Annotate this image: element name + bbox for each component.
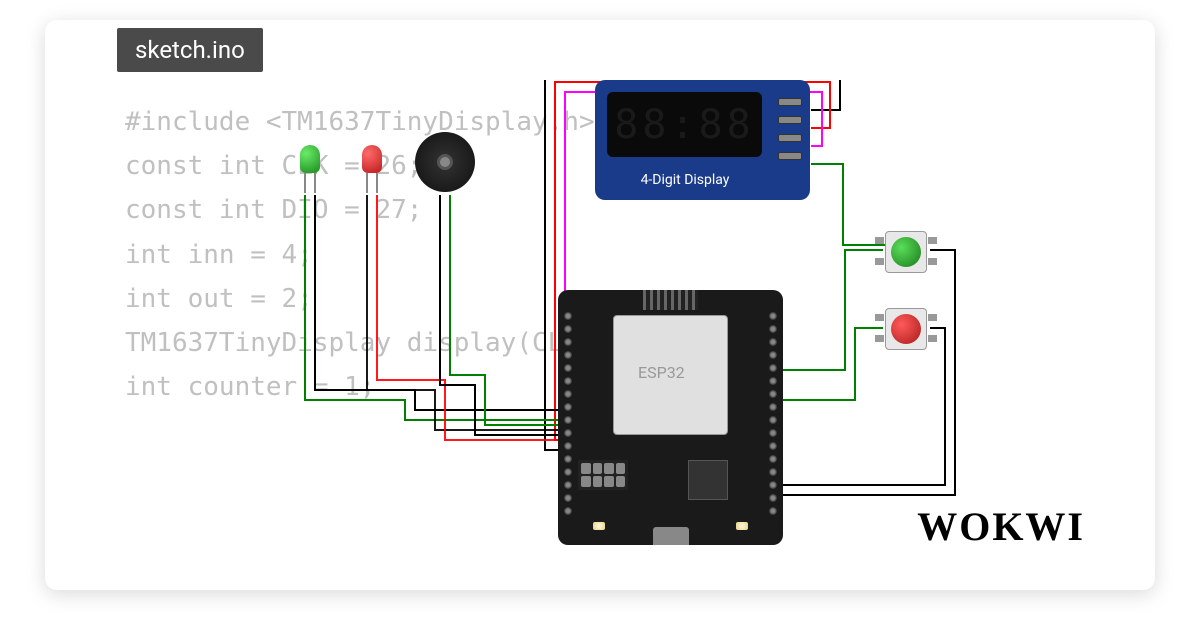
header-pins (578, 460, 628, 490)
seven-segment-display[interactable]: 88:88 4-Digit Display (595, 80, 810, 200)
red-pushbutton[interactable] (875, 302, 937, 354)
pin-row-right (769, 312, 777, 515)
board-led-icon (593, 522, 605, 530)
circuit-diagram: 88:88 4-Digit Display ESP32 (275, 80, 975, 550)
chip-icon (688, 460, 728, 500)
usb-port-icon (653, 527, 689, 545)
red-led[interactable] (362, 145, 382, 173)
board-led-icon (736, 522, 748, 530)
project-card: sketch.ino #include <TM1637TinyDisplay.h… (45, 20, 1155, 590)
button-cap-red-icon (891, 314, 921, 344)
button-cap-green-icon (891, 237, 921, 267)
buzzer-hole-icon (437, 154, 453, 170)
mcu-label: ESP32 (638, 363, 685, 382)
display-pins (778, 98, 802, 160)
green-led[interactable] (300, 145, 320, 173)
display-screen: 88:88 (607, 92, 762, 157)
antenna-icon (643, 290, 698, 310)
esp32-board[interactable]: ESP32 (558, 290, 783, 545)
filename-tab[interactable]: sketch.ino (117, 28, 263, 72)
green-pushbutton[interactable] (875, 225, 937, 277)
display-label: 4-Digit Display (595, 172, 775, 188)
pin-row-left (564, 312, 572, 515)
buzzer[interactable] (415, 132, 475, 192)
wokwi-logo: WOKWI (917, 503, 1085, 550)
